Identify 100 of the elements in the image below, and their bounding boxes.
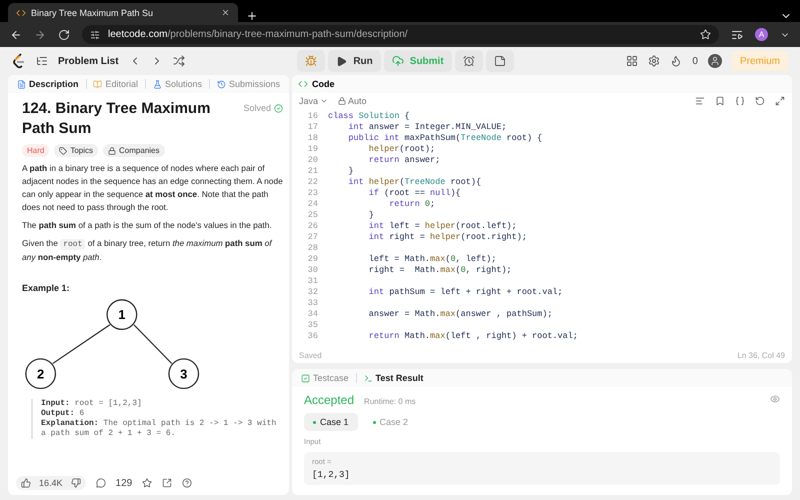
address-bar[interactable]: leetcode.com/problems/binary-tree-maximum-path-sum/description/ bbox=[82, 25, 719, 44]
cloud-upload-icon bbox=[392, 55, 404, 67]
line-number: 25 bbox=[306, 210, 319, 221]
tree-node: 3 bbox=[168, 358, 200, 390]
braces-icon[interactable] bbox=[735, 96, 745, 106]
bookmark-icon[interactable] bbox=[715, 96, 725, 106]
url-text: leetcode.com/problems/binary-tree-maximum-path-sum/description/ bbox=[108, 29, 408, 40]
settings-icon[interactable] bbox=[648, 55, 660, 67]
timer-button[interactable] bbox=[454, 50, 483, 72]
share-icon[interactable] bbox=[162, 478, 172, 488]
bug-icon bbox=[305, 55, 318, 67]
play-icon bbox=[336, 56, 348, 66]
checkbox-icon bbox=[301, 374, 310, 382]
terminal-icon bbox=[364, 374, 373, 382]
runtime-text: Runtime: 0 ms bbox=[364, 397, 416, 406]
browser-tab[interactable]: Binary Tree Maximum Path Su bbox=[8, 3, 238, 22]
flame-icon[interactable] bbox=[670, 55, 682, 67]
solved-status: Solved bbox=[243, 103, 271, 113]
close-icon[interactable] bbox=[221, 8, 230, 17]
code-line: left = Math.max(0, left); bbox=[368, 254, 496, 265]
back-icon[interactable] bbox=[10, 28, 22, 40]
line-number: 32 bbox=[306, 287, 319, 298]
input-value: [1,2,3] bbox=[312, 470, 351, 480]
history-icon bbox=[216, 80, 226, 88]
site-icon bbox=[16, 8, 26, 18]
lock-icon bbox=[108, 146, 116, 154]
profile-avatar[interactable]: A bbox=[755, 28, 768, 41]
code-line: helper(root); bbox=[368, 144, 436, 155]
description-paragraph: Given the root of a binary tree, return the maximum path sum of any non-empty path. bbox=[22, 237, 274, 264]
description-paragraph: The path sum of a path is the sum of the node's values in the path. bbox=[22, 219, 273, 232]
code-line: return answer; bbox=[368, 155, 440, 166]
tag-chip[interactable]: Companies bbox=[103, 144, 164, 157]
media-icon[interactable] bbox=[731, 28, 743, 40]
line-number: 16 bbox=[306, 111, 319, 122]
cursor-position: Ln 36, Col 49 bbox=[737, 350, 785, 360]
code-line: int pathSum = left + right + root.val; bbox=[368, 287, 563, 298]
help-icon[interactable] bbox=[182, 478, 192, 488]
line-number: 23 bbox=[306, 188, 319, 199]
book-icon bbox=[93, 80, 102, 88]
streak-count: 0 bbox=[692, 56, 698, 66]
example-line: Input: root = [1,2,3] bbox=[41, 399, 143, 409]
logo-icon[interactable] bbox=[12, 53, 26, 69]
problem-list-link[interactable]: Problem List bbox=[58, 56, 119, 66]
line-number: 26 bbox=[306, 221, 319, 232]
code-icon bbox=[298, 79, 308, 89]
code-line: int helper(TreeNode root){ bbox=[347, 177, 482, 188]
code-line: int answer = Integer.MIN_VALUE; bbox=[347, 122, 507, 133]
line-number: 29 bbox=[306, 254, 319, 265]
code-line: return 0; bbox=[388, 199, 436, 210]
document-icon bbox=[17, 80, 26, 88]
reload-icon[interactable] bbox=[58, 28, 70, 40]
code-line: answer = Math.max(answer , pathSum); bbox=[368, 309, 552, 320]
line-number: 19 bbox=[306, 144, 319, 155]
line-number: 21 bbox=[306, 166, 319, 177]
thumbs-up-icon[interactable] bbox=[21, 478, 31, 488]
line-number: 31 bbox=[306, 276, 319, 287]
code-line: right = Math.max(0, right); bbox=[368, 265, 512, 276]
line-number: 34 bbox=[306, 309, 319, 320]
alarm-clock-icon bbox=[462, 55, 475, 67]
comment-icon[interactable] bbox=[96, 478, 106, 488]
difficulty-badge: Hard bbox=[22, 144, 50, 157]
save-status: Saved bbox=[299, 350, 322, 360]
tag-icon bbox=[59, 146, 68, 154]
note-icon bbox=[494, 55, 506, 67]
line-number: 36 bbox=[306, 331, 319, 342]
code-line: int left = helper(root.left); bbox=[368, 221, 517, 232]
line-number: 28 bbox=[306, 243, 319, 254]
tag-chip[interactable]: Topics bbox=[54, 144, 98, 157]
star-icon[interactable] bbox=[142, 478, 152, 488]
lock-icon bbox=[338, 97, 346, 105]
notes-button[interactable] bbox=[486, 50, 514, 72]
forward-icon[interactable] bbox=[34, 28, 46, 40]
case-tab[interactable]: Case 1 bbox=[304, 413, 358, 431]
panel-tab[interactable]: Test Result bbox=[360, 373, 426, 383]
inline-code: root bbox=[60, 239, 86, 250]
line-number: 30 bbox=[306, 265, 319, 276]
format-icon[interactable] bbox=[695, 96, 705, 106]
shuffle-icon[interactable] bbox=[172, 55, 185, 67]
bookmark-star-icon[interactable] bbox=[700, 29, 711, 40]
new-tab-icon[interactable] bbox=[246, 10, 258, 22]
code-line: class Solution { bbox=[328, 111, 410, 122]
code-line: } bbox=[347, 166, 354, 177]
line-number: 33 bbox=[306, 298, 319, 309]
run-button[interactable]: Run bbox=[328, 50, 381, 72]
expand-icon[interactable] bbox=[775, 96, 785, 106]
chevron-down-icon bbox=[320, 97, 328, 105]
like-count: 16.4K bbox=[39, 478, 63, 488]
reset-icon[interactable] bbox=[755, 96, 765, 106]
language-select[interactable]: Java bbox=[299, 96, 328, 106]
site-settings-icon[interactable] bbox=[90, 30, 100, 40]
tree-edge bbox=[133, 324, 172, 364]
grid-icon[interactable] bbox=[626, 55, 638, 67]
panel-tab[interactable]: Description bbox=[14, 79, 82, 89]
user-avatar[interactable] bbox=[708, 54, 722, 68]
list-icon[interactable] bbox=[36, 55, 48, 67]
tree-node: 1 bbox=[106, 299, 138, 330]
code-line: public int maxPathSum(TreeNode root) { bbox=[347, 133, 542, 144]
eye-icon[interactable] bbox=[770, 394, 780, 404]
example-heading: Example 1: bbox=[22, 283, 71, 293]
thumbs-down-icon[interactable] bbox=[70, 478, 81, 488]
